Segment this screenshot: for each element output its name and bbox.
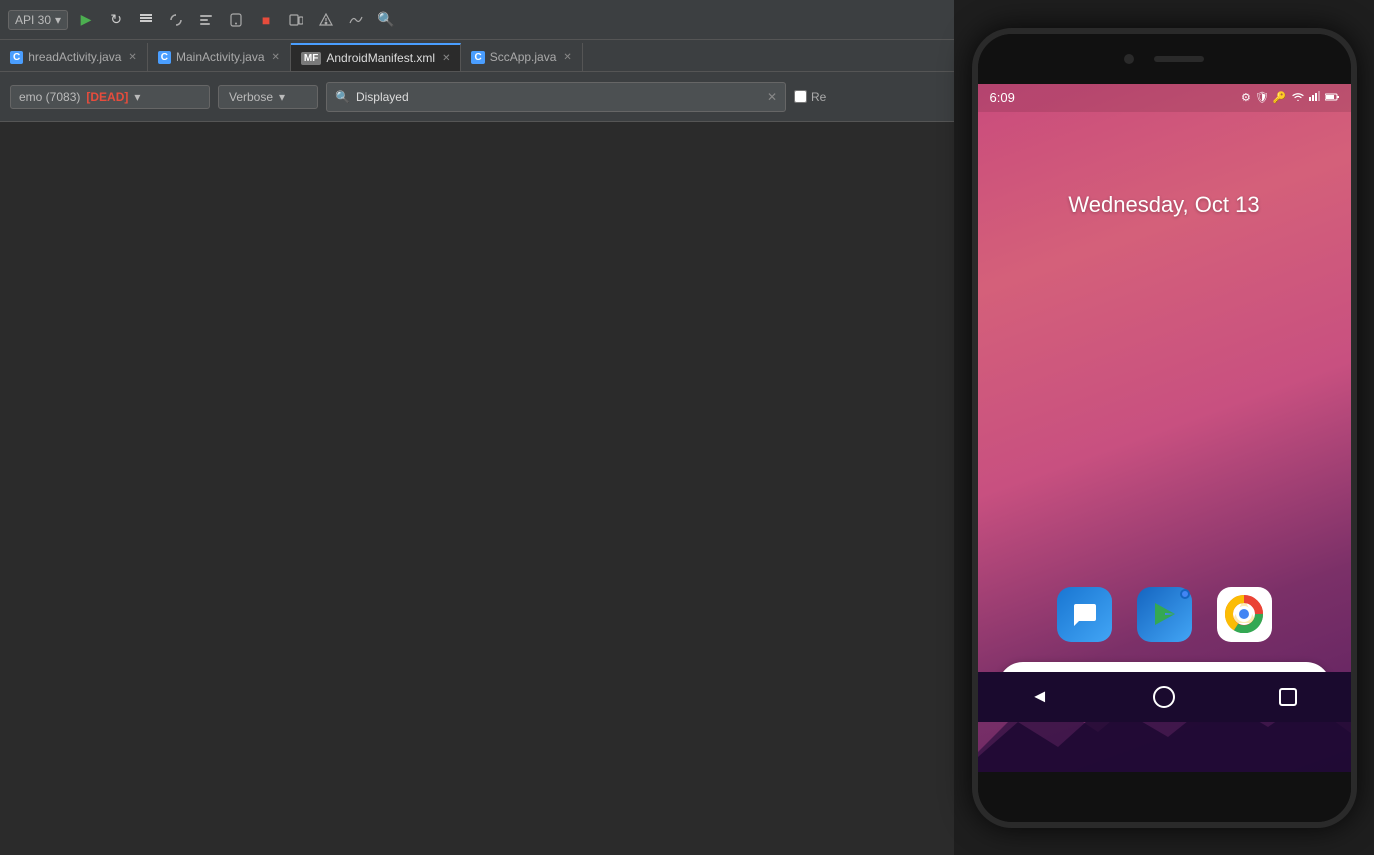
process-selector[interactable]: emo (7083) [DEAD] ▾	[10, 85, 210, 109]
play-store-app-icon[interactable]	[1137, 587, 1192, 642]
tab-sccapp[interactable]: C SccApp.java ✕	[461, 43, 582, 71]
phone-nav-bar: ◄	[978, 672, 1351, 722]
status-time: 6:09	[990, 90, 1015, 105]
chrome-app-icon[interactable]	[1217, 587, 1272, 642]
wifi-icon	[1291, 91, 1305, 104]
tab-mainactivity-icon: C	[158, 51, 171, 64]
api-selector-label: API 30	[15, 13, 51, 27]
sdk-manager-button[interactable]	[194, 8, 218, 32]
dead-label: [DEAD]	[86, 90, 128, 104]
emulator-container: 6:09 ⚙ 🛡 🔑	[954, 0, 1374, 855]
profiler-button[interactable]	[344, 8, 368, 32]
process-chevron-icon: ▾	[134, 90, 140, 104]
process-name: emo (7083)	[19, 90, 80, 104]
nav-home-button[interactable]	[1149, 682, 1179, 712]
nav-back-button[interactable]: ◄	[1025, 682, 1055, 712]
status-bar: 6:09 ⚙ 🛡 🔑	[978, 84, 1351, 112]
search-everywhere-button[interactable]: 🔍	[374, 8, 398, 32]
tab-threadactivity-label: hreadActivity.java	[28, 50, 121, 64]
api-chevron-icon: ▾	[55, 13, 61, 27]
tab-threadactivity-close[interactable]: ✕	[128, 52, 136, 63]
search-input[interactable]	[356, 90, 761, 104]
verbose-label: Verbose	[229, 90, 273, 104]
settings-icon: ⚙	[1241, 91, 1251, 104]
tab-androidmanifest-label: AndroidManifest.xml	[326, 51, 435, 65]
battery-icon	[1325, 92, 1339, 104]
api-selector[interactable]: API 30 ▾	[8, 10, 68, 30]
front-camera	[1124, 54, 1134, 64]
status-icons: ⚙ 🛡 🔑	[1241, 91, 1339, 104]
search-icon: 🔍	[335, 90, 350, 104]
run-button[interactable]: ▶	[74, 8, 98, 32]
tab-mainactivity-label: MainActivity.java	[176, 50, 264, 64]
phone-top-bar	[978, 34, 1351, 84]
nav-recents-button[interactable]	[1273, 682, 1303, 712]
home-date: Wednesday, Oct 13	[978, 192, 1351, 218]
apk-analyzer-button[interactable]	[314, 8, 338, 32]
tab-androidmanifest-close[interactable]: ✕	[442, 53, 450, 64]
regex-checkbox[interactable]: Re	[794, 90, 826, 104]
tab-androidmanifest[interactable]: MF AndroidManifest.xml ✕	[291, 43, 462, 71]
ide-main-area: API 30 ▾ ▶ ↻	[0, 0, 955, 855]
tab-threadactivity-icon: C	[10, 51, 23, 64]
app-icons-row	[978, 587, 1351, 642]
tab-sccapp-label: SccApp.java	[490, 50, 557, 64]
speaker	[1154, 56, 1204, 62]
phone-bottom-bar	[978, 772, 1351, 822]
logcat-bar: emo (7083) [DEAD] ▾ Verbose ▾ 🔍 ✕ Re	[0, 72, 955, 122]
shield-icon: 🛡	[1255, 91, 1269, 104]
device-mirror-button[interactable]	[284, 8, 308, 32]
tab-mainactivity[interactable]: C MainActivity.java ✕	[148, 43, 291, 71]
verbose-chevron-icon: ▾	[279, 90, 285, 104]
search-box[interactable]: 🔍 ✕	[326, 82, 786, 112]
tab-sccapp-close[interactable]: ✕	[563, 52, 571, 63]
verbose-selector[interactable]: Verbose ▾	[218, 85, 318, 109]
reload-button[interactable]: ↻	[104, 8, 128, 32]
tab-mainactivity-close[interactable]: ✕	[272, 52, 280, 63]
regex-check[interactable]	[794, 90, 807, 103]
tab-threadactivity[interactable]: C hreadActivity.java ✕	[0, 43, 148, 71]
sync-button[interactable]	[164, 8, 188, 32]
signal-icon	[1309, 91, 1321, 104]
messages-app-icon[interactable]	[1057, 587, 1112, 642]
regex-label: Re	[811, 90, 826, 104]
phone-screen[interactable]: 6:09 ⚙ 🛡 🔑	[978, 84, 1351, 772]
toolbar: API 30 ▾ ▶ ↻	[0, 0, 955, 40]
vpn-icon: 🔑	[1273, 91, 1287, 104]
tab-sccapp-icon: C	[471, 51, 484, 64]
search-clear-button[interactable]: ✕	[767, 90, 777, 104]
log-content-area	[0, 122, 955, 855]
stop-button[interactable]: ■	[254, 8, 278, 32]
stop-all-button[interactable]	[134, 8, 158, 32]
tab-androidmanifest-icon: MF	[301, 52, 321, 65]
avd-manager-button[interactable]	[224, 8, 248, 32]
phone-frame: 6:09 ⚙ 🛡 🔑	[972, 28, 1357, 828]
tabs-bar: C hreadActivity.java ✕ C MainActivity.ja…	[0, 40, 955, 72]
